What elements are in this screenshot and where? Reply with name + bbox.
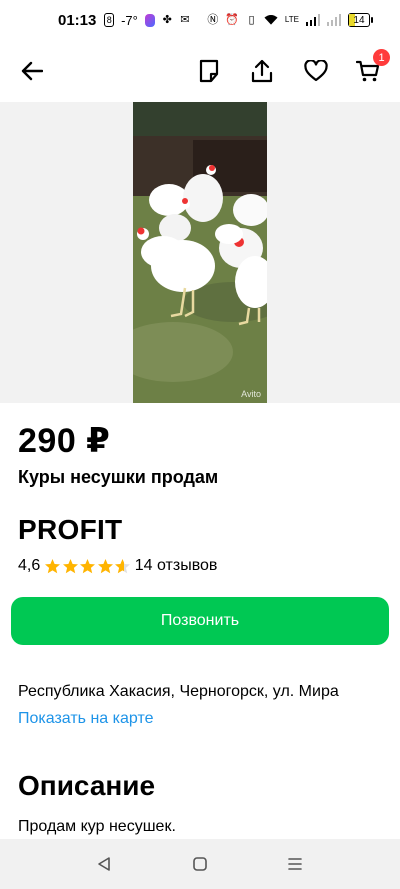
signal-icon-2 <box>326 13 341 27</box>
rating-value: 4,6 <box>18 557 41 574</box>
seller-name[interactable]: PROFIT <box>18 514 122 546</box>
triangle-back-icon <box>98 857 110 871</box>
note-icon <box>199 59 219 83</box>
note-button[interactable] <box>195 57 223 85</box>
battery-level: 14 <box>353 14 365 26</box>
photo-watermark: Avito <box>241 389 261 399</box>
listing-price: 290 ₽ <box>18 422 111 460</box>
app-notification-icon <box>144 13 155 27</box>
description-heading: Описание <box>18 770 156 801</box>
battery-icon: 14 <box>347 13 374 27</box>
nav-back-button[interactable] <box>95 855 113 873</box>
reviews-count: 14 отзывов <box>134 557 218 574</box>
show-on-map-link[interactable]: Показать на карте <box>18 710 153 728</box>
status-bar: 01:13 8 -7° ✤ ✉ Ⓝ ⏰ ▯ LTE 14 <box>0 0 400 40</box>
nfc-icon: Ⓝ <box>207 13 219 26</box>
system-nav-bar <box>0 839 400 889</box>
back-button[interactable] <box>18 57 46 85</box>
rating-stars <box>44 558 132 575</box>
cart-count-badge: 1 <box>373 49 390 66</box>
favorite-button[interactable] <box>302 57 330 85</box>
app-bar: 1 <box>0 40 400 102</box>
star-icon <box>80 558 96 573</box>
clover-icon: ✤ <box>162 13 172 26</box>
description-text: Продам кур несушек. <box>18 818 176 835</box>
listing-title: Куры несушки продам <box>18 467 219 487</box>
star-icon <box>45 558 61 573</box>
star-icon <box>97 558 113 573</box>
signal-icon <box>305 13 320 27</box>
listing-address: Республика Хакасия, Черногорск, ул. Мира <box>18 683 339 700</box>
star-icon <box>115 558 131 573</box>
call-button[interactable]: Позвонить <box>11 597 389 645</box>
mail-icon: ✉ <box>180 13 190 26</box>
back-arrow-icon <box>21 61 43 81</box>
heart-icon <box>304 60 328 82</box>
share-icon <box>251 59 273 83</box>
photo-gallery[interactable]: Avito <box>0 102 400 403</box>
listing-photo[interactable]: Avito <box>133 102 267 403</box>
share-button[interactable] <box>248 57 276 85</box>
nav-home-button[interactable] <box>191 855 209 873</box>
temperature-text: -7° <box>121 12 138 28</box>
chickens-photo <box>133 102 267 403</box>
nav-menu-button[interactable] <box>286 855 304 873</box>
status-time: 01:13 <box>58 11 97 29</box>
seller-rating[interactable]: 4,6 14 отзывов <box>18 557 217 575</box>
menu-lines-icon <box>288 858 302 870</box>
wifi-icon <box>264 13 278 27</box>
lte-label: LTE <box>284 15 299 24</box>
vibrate-icon: ▯ <box>248 13 255 26</box>
alarm-icon: ⏰ <box>225 13 240 26</box>
sim-icon: 8 <box>104 13 115 27</box>
square-home-icon <box>193 857 207 871</box>
star-icon <box>62 558 78 573</box>
cart-button[interactable]: 1 <box>354 49 390 85</box>
